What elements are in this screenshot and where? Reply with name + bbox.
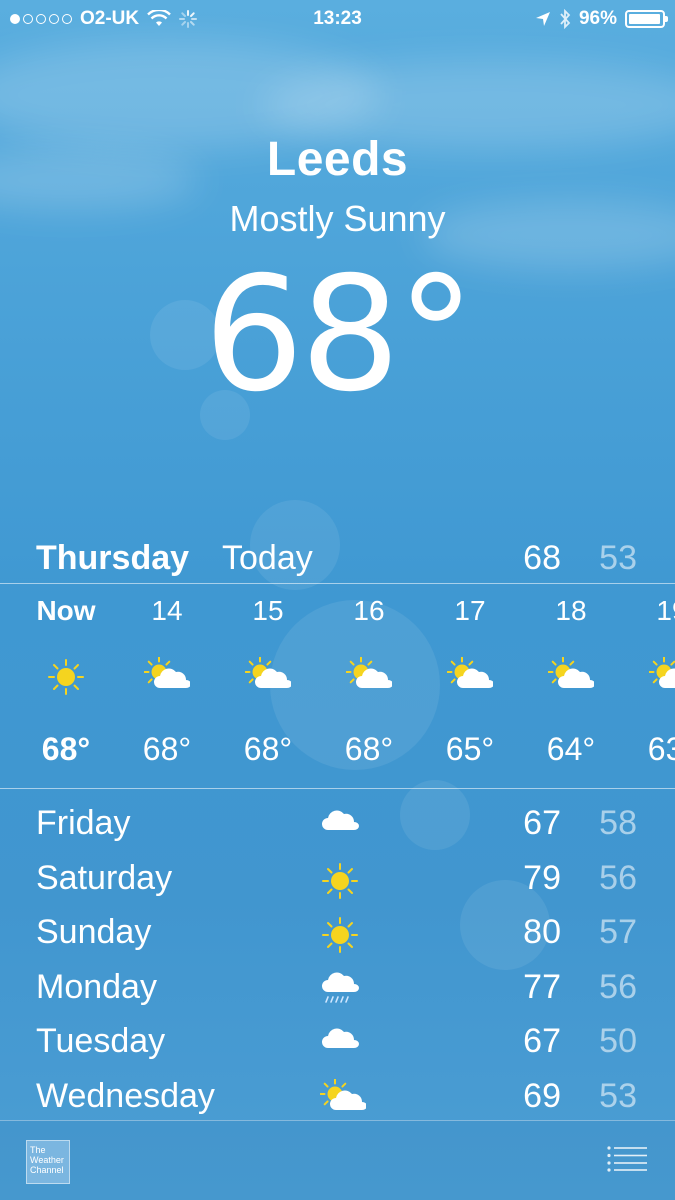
status-bar: O2-UK 13:23 96%: [0, 0, 675, 40]
today-label: Today: [222, 539, 313, 577]
partly-cloudy-icon: [345, 656, 393, 700]
hourly-item: 16 68°: [319, 585, 419, 787]
weather-channel-logo-text: The Weather Channel: [30, 1145, 64, 1175]
partly-cloudy-icon: [319, 1078, 367, 1122]
hourly-time: 14: [151, 595, 183, 626]
battery-percent: 96%: [578, 8, 617, 29]
hourly-temperature: 68°: [243, 731, 293, 767]
daily-day-name: Sunday: [36, 913, 152, 951]
today-summary-row: Thursday Today 68 53: [0, 535, 675, 583]
daily-high: 67: [523, 1022, 561, 1060]
daily-low: 53: [599, 1076, 637, 1115]
partly-cloudy-icon: [648, 656, 675, 700]
current-condition: Mostly Sunny: [229, 198, 446, 239]
current-temperature: 68°: [203, 243, 475, 427]
daily-row: Monday 77 56: [0, 964, 675, 1018]
list-icon[interactable]: [607, 1146, 647, 1172]
daily-row: Saturday 79 56: [0, 855, 675, 909]
daily-row: Sunday 80 57: [0, 909, 675, 963]
daily-high: 69: [523, 1076, 561, 1115]
hourly-item: 17 65°: [420, 585, 520, 787]
battery-level: [629, 14, 660, 24]
today-high: 68: [523, 539, 561, 577]
hourly-temperature: 68°: [344, 731, 394, 767]
partly-cloudy-icon: [143, 656, 191, 700]
bluetooth-icon: [560, 9, 571, 29]
hourly-temperature: 65°: [445, 731, 495, 767]
partly-cloudy-icon: [446, 656, 494, 700]
partly-cloudy-icon: [244, 656, 292, 700]
hourly-item: 15 68°: [218, 585, 318, 787]
hourly-time: 16: [353, 595, 385, 626]
daily-day-name: Wednesday: [36, 1076, 215, 1115]
sun-icon: [320, 915, 360, 960]
daily-day-name: Monday: [36, 967, 157, 1006]
cloud-icon: [320, 1024, 360, 1059]
daily-low: 56: [599, 967, 637, 1006]
daily-low: 50: [599, 1022, 637, 1060]
daily-low: 57: [599, 913, 637, 951]
partly-cloudy-icon: [547, 656, 595, 700]
daily-high: 79: [523, 858, 561, 897]
hourly-time: 17: [454, 595, 486, 626]
weather-channel-logo[interactable]: The Weather Channel: [26, 1140, 70, 1184]
hourly-time: Now: [36, 595, 96, 626]
sun-icon: [320, 861, 360, 906]
hourly-time: 19: [656, 595, 675, 626]
daily-high: 80: [523, 913, 561, 951]
daily-row: Wednesday 69 53: [0, 1073, 675, 1127]
daily-high: 67: [523, 804, 561, 842]
hourly-item: 14 68°: [117, 585, 217, 787]
daily-row: Tuesday 67 50: [0, 1018, 675, 1072]
cloud-icon: [320, 806, 360, 841]
daily-low: 58: [599, 804, 637, 842]
today-low: 53: [599, 539, 637, 577]
sun-icon: [46, 657, 86, 702]
battery-icon: [625, 10, 668, 28]
hourly-time: 15: [252, 595, 284, 626]
daily-day-name: Saturday: [36, 858, 173, 897]
hourly-item: Now 68°: [16, 585, 116, 787]
footer-toolbar: The Weather Channel: [0, 1120, 675, 1200]
city-name: Leeds: [266, 133, 409, 186]
daily-row: Friday 67 58: [0, 800, 675, 854]
hourly-temperature: 68°: [142, 731, 192, 767]
location-arrow-icon: [535, 12, 550, 26]
today-day-name: Thursday: [36, 539, 190, 577]
divider: [0, 583, 675, 584]
daily-day-name: Friday: [36, 804, 131, 842]
hourly-temperature: 64°: [546, 731, 596, 767]
daily-high: 77: [523, 967, 561, 1006]
hourly-time: 18: [555, 595, 587, 626]
divider: [0, 788, 675, 789]
hourly-forecast[interactable]: Now 68° 14 68° 15 68° 16 68° 17 65° 18 64° 19 63°: [0, 585, 675, 787]
daily-day-name: Tuesday: [36, 1022, 166, 1060]
daily-low: 56: [599, 858, 637, 897]
hourly-temperature: 63°: [647, 731, 675, 767]
hourly-item: 18 64°: [521, 585, 621, 787]
hourly-item: 19 63°: [622, 585, 675, 787]
rain-cloud-icon: [320, 970, 360, 1011]
hourly-temperature: 68°: [41, 731, 91, 767]
